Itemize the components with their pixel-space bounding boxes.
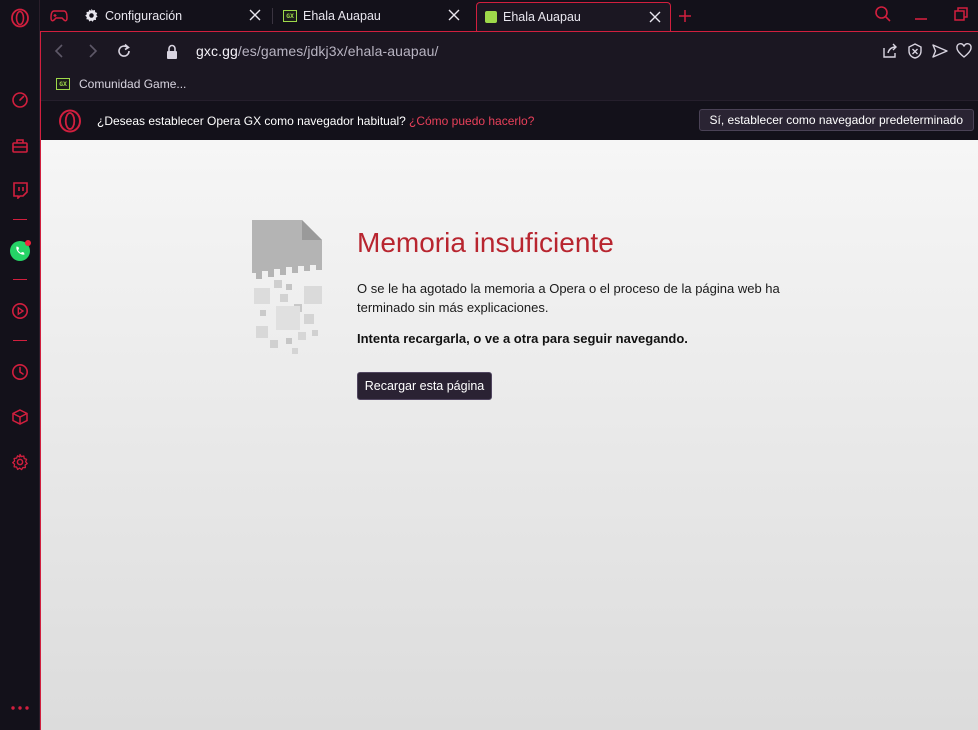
send-icon[interactable] — [931, 42, 949, 60]
share-icon[interactable] — [881, 42, 899, 60]
extensions-cube-icon[interactable] — [8, 405, 32, 429]
default-browser-infobar: ¿Deseas establecer Opera GX como navegad… — [41, 100, 978, 140]
opera-logo-icon[interactable] — [8, 6, 32, 30]
history-icon[interactable] — [8, 360, 32, 384]
new-tab-button[interactable] — [678, 0, 696, 31]
bookmark-comunidad-game[interactable]: GX Comunidad Game... — [56, 77, 186, 91]
error-hint: Intenta recargarla, o ve a otra para seg… — [357, 331, 688, 346]
gx-corner-icon[interactable] — [8, 133, 32, 157]
notification-dot — [25, 240, 31, 246]
how-to-link[interactable]: ¿Cómo puedo hacerlo? — [409, 114, 534, 128]
tab-ehala-auapau-active[interactable]: Ehala Auapau — [476, 2, 671, 31]
reload-page-button[interactable]: Recargar esta página — [357, 372, 492, 400]
forward-icon[interactable] — [83, 42, 101, 60]
url-field[interactable]: gxc.gg/es/games/jdkj3x/ehala-auapau/ — [196, 43, 439, 59]
browser-frame: gxc.gg/es/games/jdkj3x/ehala-auapau/ GX … — [40, 31, 978, 730]
infobar-question: ¿Deseas establecer Opera GX como navegad… — [97, 114, 406, 128]
reload-icon[interactable] — [115, 42, 133, 60]
tab-label: Ehala Auapau — [303, 8, 381, 23]
gx-control-button[interactable] — [50, 0, 72, 31]
gx-games-icon: GX — [56, 78, 70, 90]
tab-strip: Configuración GX Ehala Auapau Ehala Auap… — [40, 0, 978, 31]
address-bar: gxc.gg/es/games/jdkj3x/ehala-auapau/ — [41, 32, 978, 70]
error-title: Memoria insuficiente — [357, 227, 614, 258]
set-default-browser-button[interactable]: Sí, establecer como navegador predetermi… — [698, 109, 974, 131]
gx-games-icon — [485, 11, 497, 23]
close-tab-icon[interactable] — [648, 10, 662, 24]
tab-ehala-auapau[interactable]: GX Ehala Auapau — [283, 0, 469, 31]
sidebar — [0, 0, 40, 730]
sidebar-divider — [13, 340, 27, 341]
url-path: /es/games/jdkj3x/ehala-auapau/ — [237, 43, 439, 59]
back-icon[interactable] — [51, 42, 69, 60]
close-tab-icon[interactable] — [248, 8, 262, 22]
ad-block-icon[interactable] — [906, 42, 924, 60]
player-icon[interactable] — [8, 299, 32, 323]
gx-games-icon: GX — [283, 9, 297, 22]
opera-logo-icon — [59, 109, 81, 133]
whatsapp-icon[interactable] — [8, 239, 32, 263]
speedometer-icon[interactable] — [8, 88, 32, 112]
gear-icon — [85, 8, 98, 22]
tab-configuracion[interactable]: Configuración — [84, 0, 270, 31]
lock-icon[interactable] — [163, 43, 181, 61]
tab-label: Configuración — [105, 8, 183, 23]
tab-separator — [272, 8, 273, 24]
url-host: gxc.gg — [196, 43, 238, 59]
settings-gear-icon[interactable] — [8, 450, 32, 474]
broken-page-icon — [252, 220, 322, 354]
page-content: Memoria insuficiente O se le ha agotado … — [41, 140, 978, 730]
plus-icon — [679, 9, 691, 22]
heart-icon[interactable] — [955, 42, 973, 60]
sidebar-divider — [13, 279, 27, 280]
tab-label: Ehala Auapau — [503, 10, 581, 24]
bookmarks-bar: GX Comunidad Game... — [41, 70, 978, 100]
bookmark-label: Comunidad Game... — [79, 77, 187, 91]
twitch-icon[interactable] — [8, 178, 32, 202]
error-description: O se le ha agotado la memoria a Opera o … — [357, 281, 780, 315]
minimize-icon[interactable] — [912, 5, 930, 23]
close-tab-icon[interactable] — [447, 8, 461, 22]
restore-window-icon[interactable] — [952, 5, 970, 23]
sidebar-divider — [13, 219, 27, 220]
more-options-icon[interactable] — [8, 696, 32, 720]
search-icon[interactable] — [874, 5, 892, 23]
gamepad-icon — [50, 9, 68, 21]
